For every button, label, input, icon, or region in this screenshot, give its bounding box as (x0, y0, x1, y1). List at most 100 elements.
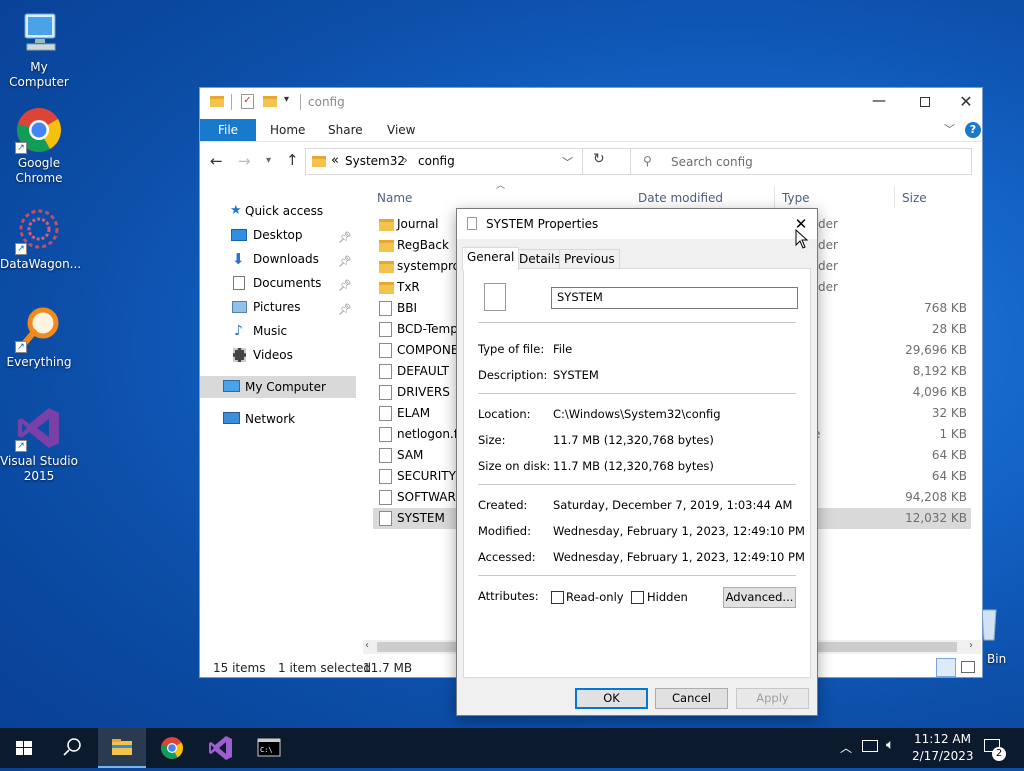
refresh-icon[interactable]: ↻ (593, 151, 605, 167)
attributes-label: Attributes: (478, 589, 539, 603)
column-divider (894, 186, 895, 208)
up-arrow-icon[interactable]: ↑ (286, 151, 299, 169)
breadcrumb-system32[interactable]: System32 (345, 154, 405, 168)
tab-details[interactable]: Details (514, 249, 566, 269)
nav-pictures[interactable]: Pictures 📌︎ (200, 296, 358, 318)
address-dropdown-chevron-icon[interactable]: ﹀ (562, 154, 573, 170)
visual-studio-icon (209, 736, 232, 760)
taskbar-file-explorer[interactable] (98, 728, 146, 768)
nav-label: Pictures (253, 300, 301, 314)
shortcut-arrow-icon: ↗ (15, 341, 27, 353)
created-value: Saturday, December 7, 2019, 1:03:44 AM (553, 498, 793, 512)
cancel-button[interactable]: Cancel (655, 688, 728, 709)
back-arrow-icon[interactable]: ← (210, 152, 223, 170)
hidden-label[interactable]: Hidden (647, 590, 688, 604)
read-only-checkbox[interactable] (551, 591, 564, 604)
nav-documents[interactable]: Documents 📌︎ (200, 272, 358, 294)
tab-previous-versions[interactable]: Previous Versions (559, 249, 620, 284)
computer-icon (15, 10, 63, 58)
nav-downloads[interactable]: ⬇ Downloads 📌︎ (200, 248, 358, 270)
taskbar-chrome[interactable] (148, 728, 196, 768)
clock-time[interactable]: 11:12 AM (914, 732, 971, 746)
nav-music[interactable]: ♪ Music (200, 320, 358, 342)
pin-icon: 📌︎ (338, 303, 352, 316)
address-divider (582, 148, 583, 175)
music-note-icon: ♪ (234, 323, 243, 339)
customize-toolbar-icon[interactable]: ▾ (284, 94, 289, 105)
hidden-checkbox[interactable] (631, 591, 644, 604)
taskbar-visual-studio[interactable] (197, 728, 245, 768)
file-explorer-icon (112, 739, 132, 755)
maximize-button[interactable] (902, 88, 948, 118)
clock-date[interactable]: 2/17/2023 (912, 749, 974, 763)
close-button[interactable]: ✕ (948, 88, 984, 118)
search-taskbar-button[interactable] (48, 728, 96, 768)
column-header-name[interactable]: Name (377, 189, 412, 209)
tab-view[interactable]: View (387, 119, 415, 141)
read-only-label[interactable]: Read-only (566, 590, 624, 604)
column-header-type[interactable]: Type (782, 189, 810, 209)
nav-quick-access[interactable]: ★ Quick access (200, 200, 358, 222)
file-name: BCD-Templ (397, 322, 462, 336)
large-icons-view-icon[interactable] (961, 661, 975, 673)
expand-ribbon-chevron-icon[interactable]: ﹀ (944, 121, 955, 137)
desktop-icon (231, 229, 247, 241)
type-of-file-value: File (553, 342, 573, 356)
show-hidden-icons-chevron-icon[interactable]: ︿ (840, 739, 852, 756)
volume-icon[interactable]: 🔈︎ (886, 737, 894, 753)
desktop-icon-visual-studio[interactable]: ↗ Visual Studio 2015 (0, 404, 78, 484)
nav-label: Quick access (245, 204, 324, 218)
desktop-icon-everything[interactable]: ↗ Everything (0, 305, 78, 370)
breadcrumb-config[interactable]: config (418, 154, 455, 168)
size-on-disk-label: Size on disk: (478, 459, 551, 473)
tab-file[interactable]: File (200, 119, 256, 141)
minimize-button[interactable]: — (856, 88, 902, 118)
search-box[interactable]: ⚲ Search config (630, 148, 972, 175)
nav-desktop[interactable]: Desktop 📌︎ (200, 224, 358, 246)
details-view-icon[interactable] (936, 658, 956, 677)
apply-button[interactable]: Apply (736, 688, 809, 709)
desktop-icon-google-chrome[interactable]: ↗ Google Chrome (0, 106, 78, 186)
nav-videos[interactable]: Videos (200, 344, 358, 366)
search-input[interactable]: Search config (671, 155, 753, 169)
tab-share[interactable]: Share (328, 119, 363, 141)
nav-my-computer[interactable]: My Computer (200, 376, 356, 398)
network-tray-icon[interactable] (862, 740, 878, 752)
file-name: COMPONE (397, 343, 459, 357)
taskbar: C:\ ︿ 🔈︎ 11:12 AM 2/17/2023 2 (0, 728, 1024, 768)
tab-general[interactable]: General (462, 247, 520, 270)
address-bar[interactable]: « System32 › config ﹀ (305, 148, 684, 175)
video-film-icon (233, 348, 246, 362)
file-name: DEFAULT (397, 364, 449, 378)
large-file-icon (484, 283, 506, 311)
system-properties-dialog: SYSTEM Properties ✕ General Details Prev… (456, 208, 818, 716)
desktop-icon-my-computer[interactable]: My Computer (0, 10, 78, 90)
new-folder-quick-icon[interactable] (263, 96, 277, 107)
column-header-size[interactable]: Size (902, 189, 927, 209)
type-of-file-label: Type of file: (478, 342, 545, 356)
scroll-right-arrow-icon[interactable]: › (969, 640, 973, 651)
address-overflow[interactable]: « (331, 153, 339, 168)
advanced-button[interactable]: Advanced... (723, 587, 796, 608)
forward-arrow-icon[interactable]: → (238, 152, 251, 170)
modified-value: Wednesday, February 1, 2023, 12:49:10 PM (553, 524, 805, 538)
modified-label: Modified: (478, 524, 531, 538)
file-icon (379, 490, 392, 505)
recent-locations-chevron-icon[interactable]: ▾ (266, 155, 271, 166)
file-type: der (818, 238, 838, 252)
desktop-icon-label: Visual Studio 2015 (0, 454, 78, 483)
scroll-left-arrow-icon[interactable]: ‹ (365, 640, 369, 651)
file-icon (379, 343, 392, 358)
ok-button[interactable]: OK (575, 688, 648, 709)
location-value: C:\Windows\System32\config (553, 407, 721, 421)
nav-network[interactable]: Network (200, 408, 358, 430)
download-arrow-icon: ⬇ (232, 250, 245, 268)
start-button[interactable] (0, 728, 48, 768)
properties-quick-icon[interactable]: ✓ (241, 94, 254, 109)
desktop-icon-datawagon[interactable]: ↗ DataWagon... (0, 207, 81, 272)
help-icon[interactable]: ? (965, 122, 981, 138)
column-header-date[interactable]: Date modified (638, 189, 723, 209)
filename-input[interactable]: SYSTEM (551, 287, 798, 309)
taskbar-command-prompt[interactable]: C:\ (245, 728, 293, 768)
tab-home[interactable]: Home (270, 119, 305, 141)
